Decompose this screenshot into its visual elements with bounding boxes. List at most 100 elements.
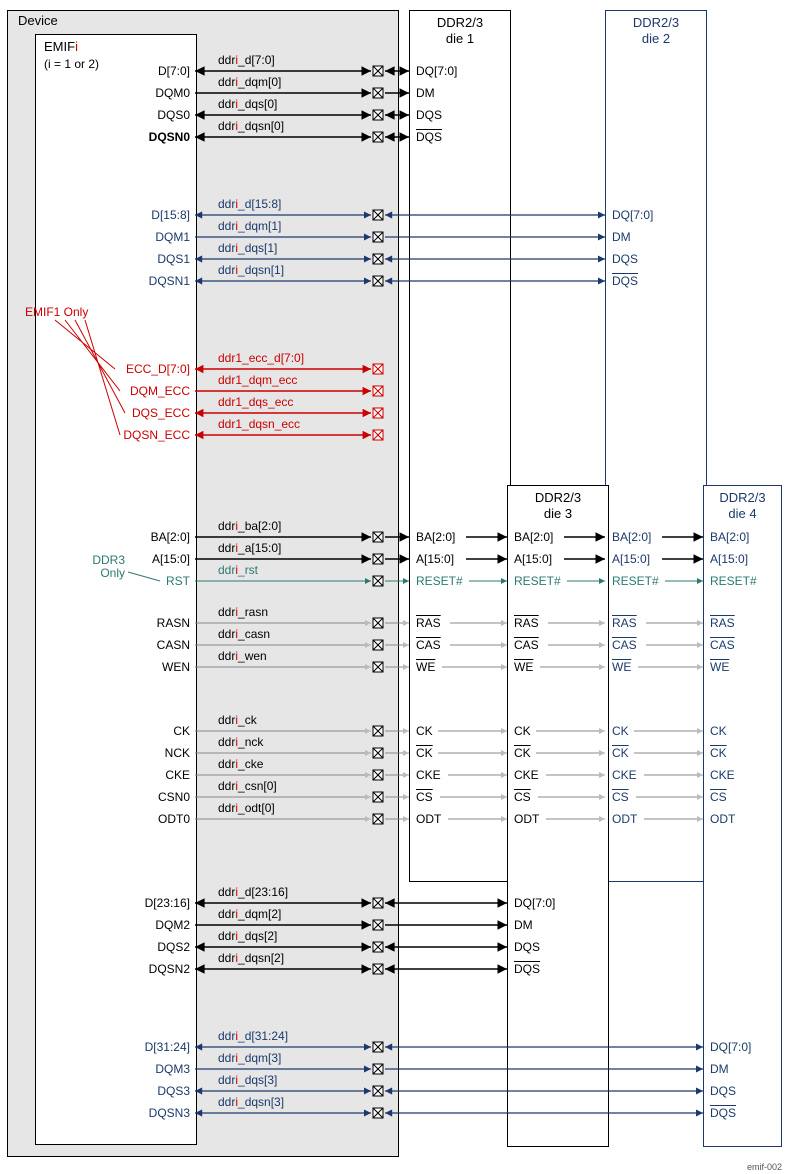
die2-dm: DM: [612, 230, 631, 244]
net-nck: ddri_nck: [218, 735, 263, 749]
die3-dq: DQ[7:0]: [514, 896, 555, 910]
emif-pin-ba: BA[2:0]: [95, 530, 190, 544]
emif-pin-dqm0: DQM0: [95, 86, 190, 100]
emif-pin-d70: D[7:0]: [95, 64, 190, 78]
die3-cas: CAS: [514, 638, 539, 652]
die2-dqs: DQS: [612, 252, 638, 266]
die1-ck: CK: [416, 724, 433, 738]
net-dqs3: ddri_dqs[3]: [218, 1073, 277, 1087]
emif-pin-nck: NCK: [95, 746, 190, 760]
net-d2316: ddri_d[23:16]: [218, 885, 288, 899]
die3-cke: CKE: [514, 768, 539, 782]
die2-cs: CS: [612, 790, 629, 804]
net-cke: ddri_cke: [218, 757, 263, 771]
emif-pin-dqs-ecc: DQS_ECC: [95, 406, 190, 420]
net-dqs2: ddri_dqs[2]: [218, 929, 277, 943]
emif-pin-casn: CASN: [95, 638, 190, 652]
die2-cke: CKE: [612, 768, 637, 782]
net-ecc-d: ddr1_ecc_d[7:0]: [218, 351, 304, 365]
die2-ras: RAS: [612, 616, 637, 630]
net-dqm0: ddri_dqm[0]: [218, 75, 281, 89]
die1-we: WE: [416, 660, 435, 674]
emif-pin-dqs3: DQS3: [95, 1084, 190, 1098]
emif-pin-dqm2: DQM2: [95, 918, 190, 932]
die4-cke: CKE: [710, 768, 735, 782]
die3-dqs-n: DQS: [514, 962, 540, 976]
emif-pin-dqs1: DQS1: [95, 252, 190, 266]
die4-reset: RESET#: [710, 574, 757, 588]
die1-ck-n: CK: [416, 746, 433, 760]
emif-pin-dqm1: DQM1: [95, 230, 190, 244]
emif-pin-dqsn-ecc: DQSN_ECC: [95, 428, 190, 442]
emif-sublabel: (i = 1 or 2): [44, 57, 99, 71]
emif-pin-d158: D[15:8]: [95, 208, 190, 222]
net-dqm2: ddri_dqm[2]: [218, 907, 281, 921]
die1-cke: CKE: [416, 768, 441, 782]
die4-dq: DQ[7:0]: [710, 1040, 751, 1054]
die1-odt: ODT: [416, 812, 441, 826]
net-dqsn3: ddri_dqsn[3]: [218, 1095, 284, 1109]
die4-odt: ODT: [710, 812, 735, 826]
die2-title-l2: die 2: [642, 31, 670, 46]
die4-we: WE: [710, 660, 729, 674]
die2-ba: BA[2:0]: [612, 530, 651, 544]
die4-cas: CAS: [710, 638, 735, 652]
emif-box: EMIFi (i = 1 or 2): [35, 34, 197, 1145]
emif-pin-dqsn1: DQSN1: [95, 274, 190, 288]
die4-ck-n: CK: [710, 746, 727, 760]
emif-pin-ck: CK: [95, 724, 190, 738]
net-dqm1: ddri_dqm[1]: [218, 219, 281, 233]
die1-dm: DM: [416, 86, 435, 100]
emif-pin-d2316: D[23:16]: [95, 896, 190, 910]
die1-ras: RAS: [416, 616, 441, 630]
emif-pin-ecc-d: ECC_D[7:0]: [95, 362, 190, 376]
die3-reset: RESET#: [514, 574, 561, 588]
die1-cs: CS: [416, 790, 433, 804]
emif-label-i: i: [75, 39, 78, 54]
die1-a: A[15:0]: [416, 552, 454, 566]
net-ck: ddri_ck: [218, 713, 257, 727]
die4-dm: DM: [710, 1062, 729, 1076]
net-ba: ddri_ba[2:0]: [218, 519, 281, 533]
emif-pin-dqs2: DQS2: [95, 940, 190, 954]
emif-pin-dqsn2: DQSN2: [95, 962, 190, 976]
emif-pin-d3124: D[31:24]: [95, 1040, 190, 1054]
net-dqm3: ddri_dqm[3]: [218, 1051, 281, 1065]
die2-reset: RESET#: [612, 574, 659, 588]
die1-cas: CAS: [416, 638, 441, 652]
net-d3124: ddri_d[31:24]: [218, 1029, 288, 1043]
die2-dq: DQ[7:0]: [612, 208, 653, 222]
die4-dqs: DQS: [710, 1084, 736, 1098]
die3-ck-n: CK: [514, 746, 531, 760]
die2-ck-n: CK: [612, 746, 629, 760]
die1-title: DDR2/3 die 1: [410, 15, 510, 46]
emif-pin-dqs0: DQS0: [95, 108, 190, 122]
emif-label: EMIFi: [44, 39, 78, 54]
die1-ba: BA[2:0]: [416, 530, 455, 544]
die3-we: WE: [514, 660, 533, 674]
die4-title-l2: die 4: [728, 506, 756, 521]
die3-dqs: DQS: [514, 940, 540, 954]
die2-we: WE: [612, 660, 631, 674]
ddr3-only-label: DDR3Only: [70, 554, 125, 580]
die3-odt: ODT: [514, 812, 539, 826]
net-dqsn-ecc: ddr1_dqsn_ecc: [218, 417, 300, 431]
emif-pin-csn0: CSN0: [95, 790, 190, 804]
net-odt0: ddri_odt[0]: [218, 801, 275, 815]
net-d70: ddri_d[7:0]: [218, 53, 275, 67]
die3-title-l2: die 3: [544, 506, 572, 521]
die3-cs: CS: [514, 790, 531, 804]
die1-dq: DQ[7:0]: [416, 64, 457, 78]
die4-ck: CK: [710, 724, 727, 738]
die2-dqs-n: DQS: [612, 274, 638, 288]
emif-pin-dqm-ecc: DQM_ECC: [95, 384, 190, 398]
die3-title-l1: DDR2/3: [535, 490, 581, 505]
emif-pin-dqsn3: DQSN3: [95, 1106, 190, 1120]
figure-id: emif-002: [747, 1162, 782, 1172]
die1-dqs: DQS: [416, 108, 442, 122]
die1-title-l2: die 1: [446, 31, 474, 46]
die3-ras: RAS: [514, 616, 539, 630]
net-csn0: ddri_csn[0]: [218, 779, 277, 793]
emif-label-prefix: EMIF: [44, 39, 75, 54]
die2-cas: CAS: [612, 638, 637, 652]
